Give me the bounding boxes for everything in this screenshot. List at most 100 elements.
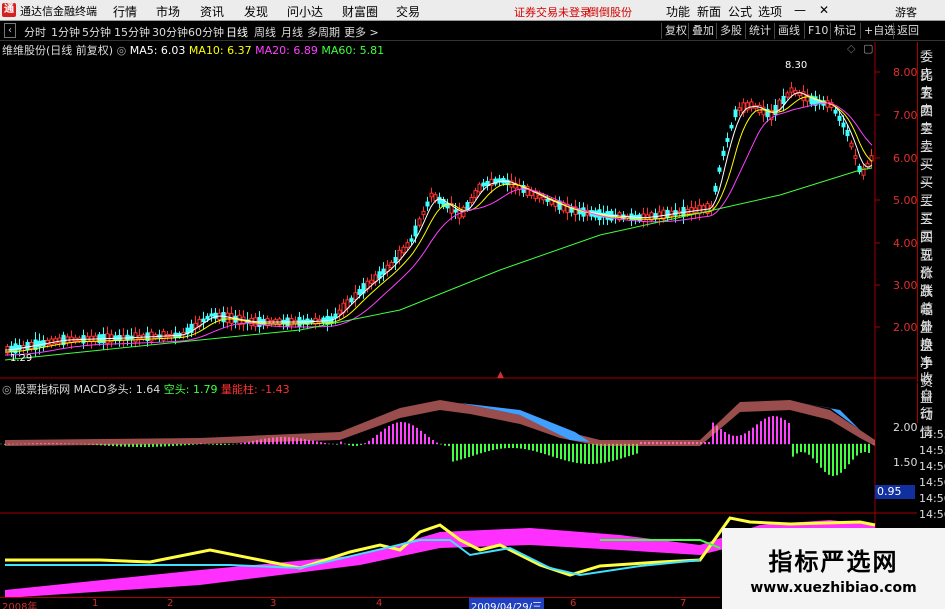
macd-bar <box>832 444 834 476</box>
macd-bar <box>196 444 198 445</box>
indicator-gear-icon[interactable]: ◎ <box>2 383 15 396</box>
macd-bar <box>388 425 390 444</box>
date-label: 3 <box>270 598 277 609</box>
candle-body <box>541 196 546 201</box>
date-label: 6 <box>570 598 577 609</box>
macd-bar <box>448 444 450 446</box>
candle-body <box>721 150 726 156</box>
tick-time: 14:56 <box>919 492 945 505</box>
price-tick: 4.00 <box>893 237 918 250</box>
macd-bar <box>184 444 186 446</box>
macd-bar <box>612 444 614 461</box>
macd-bar <box>508 444 510 449</box>
kline-chart[interactable]: 8.30 1.29 ▲ <box>0 0 945 609</box>
candle-body <box>49 338 54 346</box>
candle-body <box>41 340 46 347</box>
candle-body <box>429 192 434 198</box>
candle-body <box>481 182 486 187</box>
macd-bar <box>548 444 550 456</box>
candle-body <box>785 92 790 98</box>
macd-bar <box>532 444 534 451</box>
macd-bar <box>500 444 502 449</box>
macd-bar <box>168 444 170 447</box>
candle-body <box>437 196 442 204</box>
macd-bar <box>412 425 414 444</box>
candle-body <box>381 268 386 275</box>
macd-bar <box>316 441 318 444</box>
macd-bar <box>212 444 214 445</box>
candle-body <box>789 87 794 93</box>
candle-body <box>841 122 846 128</box>
macd-bar <box>312 440 314 444</box>
date-label: 7 <box>680 598 687 609</box>
date-label: 4 <box>376 598 383 609</box>
candle-body <box>29 342 34 349</box>
low-price-label: 1.29 <box>10 353 32 364</box>
macd-bar <box>708 442 710 444</box>
tick-time: 14:56 <box>919 460 945 473</box>
macd-bar <box>420 430 422 444</box>
candle-body <box>357 289 362 295</box>
macd-bar <box>792 444 794 457</box>
macd-bar <box>476 444 478 455</box>
macd-bar <box>348 444 350 446</box>
candle-body <box>545 198 550 202</box>
macd-bar <box>576 444 578 463</box>
candle-body <box>389 261 394 269</box>
macd-bar <box>456 444 458 461</box>
macd-bar <box>720 429 722 444</box>
macd-bar <box>536 444 538 452</box>
macd-bar <box>620 444 622 459</box>
macd-bar <box>592 444 594 464</box>
candle-body <box>669 210 674 217</box>
macd-bar <box>228 444 230 445</box>
macd-bar <box>624 444 626 458</box>
selected-date: 2009/04/29/三 <box>469 598 545 609</box>
macd-bar <box>748 430 750 444</box>
macd-bar <box>808 444 810 455</box>
candle-body <box>865 162 870 168</box>
candle-body <box>845 129 850 137</box>
macd-bar <box>588 444 590 464</box>
watermark-url: www.xuezhibiao.com <box>750 580 917 596</box>
indicator-name[interactable]: 股票指标网 <box>15 383 70 396</box>
macd-bar <box>216 444 218 445</box>
macd-bar <box>568 444 570 462</box>
macd-bar <box>416 427 418 444</box>
macd-bar <box>556 444 558 458</box>
macd-bar <box>392 423 394 444</box>
macd-bar <box>580 444 582 464</box>
candle-body <box>385 264 390 272</box>
price-tick: 5.00 <box>893 194 918 207</box>
candle-body <box>729 124 734 129</box>
candle-body <box>853 155 858 159</box>
macd-bar <box>504 444 506 449</box>
macd-bar <box>352 444 354 446</box>
macd-bar <box>516 444 518 449</box>
event-marker-icon[interactable]: ▲ <box>497 370 504 380</box>
candle-body <box>537 194 542 199</box>
macd-bar <box>368 440 370 444</box>
macd-bar <box>780 417 782 444</box>
macd-bar <box>400 422 402 444</box>
date-axis: 2008年 1 2 3 4 2009/04/29/三 6 7 <box>0 597 720 609</box>
macd-short-value: 空头: 1.79 <box>163 383 218 396</box>
price-tick: 7.00 <box>893 109 918 122</box>
macd-bar <box>608 444 610 462</box>
tick-time: 14:55 <box>919 444 945 457</box>
macd-bar <box>472 444 474 456</box>
macd-bar <box>784 420 786 444</box>
high-price-label: 8.30 <box>785 60 807 71</box>
macd-bar <box>848 444 850 465</box>
macd-bar <box>488 444 490 452</box>
candle-body <box>53 338 58 344</box>
candle-body <box>209 313 214 317</box>
macd-bar <box>560 444 562 460</box>
macd-bar <box>484 444 486 453</box>
macd-bar <box>572 444 574 463</box>
macd-bar <box>724 431 726 444</box>
macd-bar <box>380 431 382 444</box>
macd-bar <box>852 444 854 460</box>
macd-bar <box>396 422 398 444</box>
macd-tick: 1.50 <box>893 456 918 469</box>
